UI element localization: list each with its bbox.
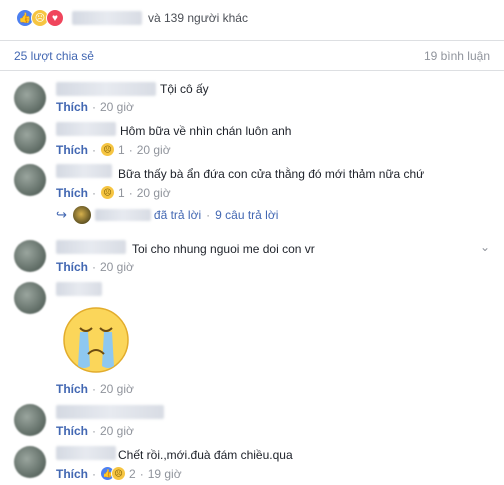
reactions-bar[interactable]: 👍 ☹ ♥ và 139 người khác: [0, 0, 504, 36]
comment-meta: Thích · 20 giờ: [56, 382, 134, 396]
separator: ·: [128, 185, 133, 200]
comment-meta: Thích · 20 giờ: [56, 424, 134, 438]
separator: ·: [92, 382, 96, 396]
divider: [0, 70, 504, 71]
love-icon: ♥: [46, 9, 64, 27]
commenter-name-blurred[interactable]: [56, 164, 112, 178]
reaction-count: 2: [129, 466, 136, 481]
comment-reactions[interactable]: 👍 ☹ 2: [100, 466, 136, 481]
comment-meta: Thích · 20 giờ: [56, 260, 134, 274]
comment-text: Bữa thấy bà ẩn đứa con cửa thằng đó mới …: [118, 167, 425, 181]
reaction-count: 1: [118, 142, 125, 157]
commenter-name-blurred[interactable]: [56, 82, 156, 96]
replier-name-blurred: [94, 209, 151, 221]
avatar[interactable]: [14, 404, 46, 436]
timestamp[interactable]: 20 giờ: [100, 424, 134, 438]
separator: ·: [92, 100, 96, 114]
reply-avatar: [72, 206, 91, 224]
commenter-name-blurred[interactable]: [56, 405, 164, 419]
comment-meta: Thích · 👍 ☹ 2 · 19 giờ: [56, 466, 182, 481]
comment-text: Tội cô ấy: [160, 82, 209, 96]
comment-text: Chết rồi.,mới.đuà đám chiều.qua: [118, 448, 293, 462]
commenter-name-blurred[interactable]: [56, 240, 126, 254]
avatar[interactable]: [14, 82, 46, 114]
crying-face-sticker: [63, 307, 129, 373]
separator: ·: [206, 208, 211, 222]
sad-icon: ☹: [100, 185, 115, 200]
comment-meta: Thích · ☹ 1 · 20 giờ: [56, 185, 171, 200]
timestamp[interactable]: 20 giờ: [100, 382, 134, 396]
separator: ·: [92, 260, 96, 274]
replied-label: đã trả lời: [153, 208, 202, 222]
comment-text: Toi cho nhung nguoi me doi con vr: [132, 242, 315, 256]
timestamp[interactable]: 20 giờ: [100, 260, 134, 274]
commenter-name-blurred[interactable]: [56, 282, 102, 296]
comment-text: Hôm bữa về nhìn chán luôn anh: [120, 124, 292, 138]
like-button[interactable]: Thích: [56, 467, 88, 481]
avatar[interactable]: [14, 282, 46, 314]
sad-icon: ☹: [100, 142, 115, 157]
view-replies-link[interactable]: ↪ đã trả lời · 9 câu trả lời: [56, 206, 278, 224]
post-stats: 25 lượt chia sẻ 19 bình luận: [0, 49, 504, 63]
reply-arrow-icon: ↪: [56, 207, 67, 222]
commenter-name-blurred[interactable]: [56, 122, 116, 136]
commenter-name-blurred[interactable]: [56, 446, 116, 460]
like-button[interactable]: Thích: [56, 260, 88, 274]
separator: ·: [92, 185, 96, 200]
separator: ·: [92, 466, 96, 481]
like-button[interactable]: Thích: [56, 100, 88, 114]
divider: [0, 40, 504, 41]
reaction-icons: 👍 ☹ ♥: [16, 9, 64, 27]
timestamp[interactable]: 20 giờ: [137, 143, 171, 157]
separator: ·: [92, 424, 96, 438]
shares-count[interactable]: 25 lượt chia sẻ: [14, 49, 94, 63]
avatar[interactable]: [14, 446, 46, 478]
timestamp[interactable]: 20 giờ: [137, 186, 171, 200]
reply-count: 9 câu trả lời: [215, 208, 279, 222]
separator: ·: [139, 466, 144, 481]
separator: ·: [92, 142, 96, 157]
like-button[interactable]: Thích: [56, 424, 88, 438]
comment-meta: Thích · ☹ 1 · 20 giờ: [56, 142, 171, 157]
timestamp[interactable]: 20 giờ: [100, 100, 134, 114]
reactor-names-blurred[interactable]: [72, 11, 142, 25]
comment-reactions[interactable]: ☹ 1: [100, 142, 125, 157]
avatar[interactable]: [14, 164, 46, 196]
comment-meta: Thích · 20 giờ: [56, 100, 134, 114]
separator: ·: [128, 142, 133, 157]
comment-reactions[interactable]: ☹ 1: [100, 185, 125, 200]
reaction-count: 1: [118, 185, 125, 200]
comments-count[interactable]: 19 bình luận: [424, 49, 490, 63]
like-button[interactable]: Thích: [56, 186, 88, 200]
avatar[interactable]: [14, 122, 46, 154]
reactions-others-text[interactable]: và 139 người khác: [148, 11, 248, 25]
like-button[interactable]: Thích: [56, 143, 88, 157]
timestamp[interactable]: 19 giờ: [148, 467, 182, 481]
chevron-down-icon[interactable]: ⌄: [480, 240, 490, 254]
sad-icon: ☹: [111, 466, 126, 481]
avatar[interactable]: [14, 240, 46, 272]
like-button[interactable]: Thích: [56, 382, 88, 396]
